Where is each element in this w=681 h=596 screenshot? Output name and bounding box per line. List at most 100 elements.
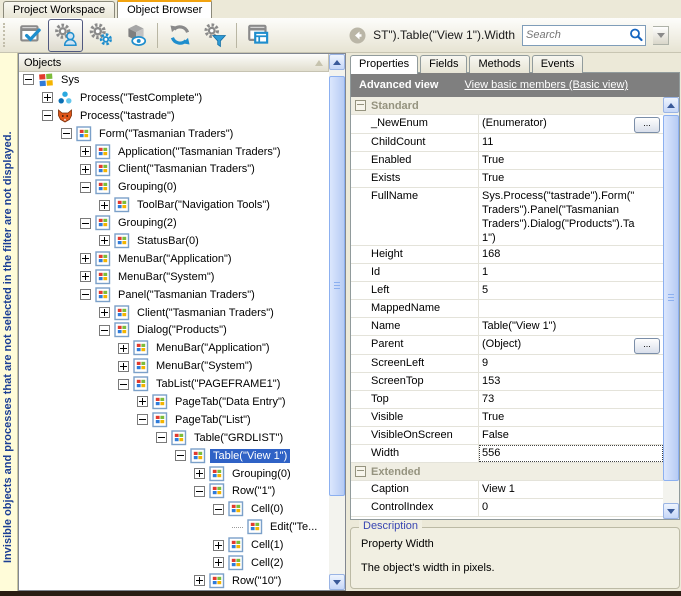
tree-item[interactable]: Process("tastrade") bbox=[19, 107, 329, 125]
property-row[interactable]: ScreenLeft9 bbox=[351, 355, 663, 373]
back-icon[interactable] bbox=[349, 27, 366, 44]
tab-project-workspace[interactable]: Project Workspace bbox=[3, 1, 115, 18]
tree-item[interactable]: Edit("Te... bbox=[19, 518, 329, 536]
ellipsis-button[interactable]: ... bbox=[634, 338, 660, 354]
tree-item[interactable]: MenuBar("Application") bbox=[19, 339, 329, 357]
view-object-button[interactable] bbox=[118, 19, 153, 52]
expand-icon[interactable] bbox=[194, 468, 205, 479]
property-value[interactable]: View 1 bbox=[479, 481, 663, 498]
tree-item[interactable]: Client("Tasmanian Traders") bbox=[19, 304, 329, 322]
expand-icon[interactable] bbox=[80, 271, 91, 282]
tree-scrollbar[interactable] bbox=[329, 54, 345, 590]
tree-item[interactable]: Application("Tasmanian Traders") bbox=[19, 143, 329, 161]
property-row[interactable]: Parent(Object)... bbox=[351, 336, 663, 355]
object-spy-button[interactable] bbox=[48, 19, 83, 52]
expand-icon[interactable] bbox=[99, 307, 110, 318]
property-value[interactable]: 5 bbox=[479, 282, 663, 299]
tree-item[interactable]: Process("TestComplete") bbox=[19, 89, 329, 107]
tree-item[interactable]: Client("Tasmanian Traders") bbox=[19, 160, 329, 178]
collapse-icon[interactable] bbox=[23, 74, 34, 85]
property-value[interactable]: Table("View 1") bbox=[479, 318, 663, 335]
tab-events[interactable]: Events bbox=[532, 55, 584, 73]
collapse-icon[interactable] bbox=[80, 218, 91, 229]
property-value[interactable]: True bbox=[479, 409, 663, 426]
property-row[interactable]: EnabledTrue bbox=[351, 152, 663, 170]
property-row[interactable]: MappedName bbox=[351, 300, 663, 318]
search-icon[interactable] bbox=[628, 27, 644, 43]
expand-icon[interactable] bbox=[118, 343, 129, 354]
expand-icon[interactable] bbox=[80, 253, 91, 264]
toolbar-grip[interactable] bbox=[3, 23, 8, 47]
collapse-icon[interactable] bbox=[80, 289, 91, 300]
tree-item[interactable]: ToolBar("Navigation Tools") bbox=[19, 196, 329, 214]
tree-item[interactable]: TabList("PAGEFRAME1") bbox=[19, 375, 329, 393]
tree-item[interactable]: Form("Tasmanian Traders") bbox=[19, 125, 329, 143]
tree-item[interactable]: Cell(0) bbox=[19, 500, 329, 518]
tree-scroll-thumb[interactable] bbox=[329, 76, 345, 496]
tab-properties[interactable]: Properties bbox=[350, 55, 418, 74]
property-row[interactable]: _NewEnum(Enumerator)... bbox=[351, 115, 663, 134]
tree-item[interactable]: Grouping(0) bbox=[19, 465, 329, 483]
expand-icon[interactable] bbox=[42, 92, 53, 103]
collapse-icon[interactable] bbox=[175, 450, 186, 461]
tree-item[interactable]: MenuBar("System") bbox=[19, 268, 329, 286]
expand-icon[interactable] bbox=[99, 235, 110, 246]
search-input[interactable] bbox=[523, 28, 628, 43]
collapse-icon[interactable] bbox=[355, 100, 366, 111]
tree-item[interactable]: Row("1") bbox=[19, 482, 329, 500]
expand-icon[interactable] bbox=[80, 164, 91, 175]
property-value[interactable]: (Enumerator)... bbox=[479, 115, 663, 133]
expand-icon[interactable] bbox=[99, 200, 110, 211]
property-value[interactable] bbox=[479, 300, 663, 317]
collapse-icon[interactable] bbox=[80, 182, 91, 193]
collapse-icon[interactable] bbox=[355, 466, 366, 477]
tree-item[interactable]: StatusBar(0) bbox=[19, 232, 329, 250]
ellipsis-button[interactable]: ... bbox=[634, 117, 660, 133]
property-row[interactable]: FullNameSys.Process("tastrade").Form(" T… bbox=[351, 188, 663, 246]
property-value[interactable]: True bbox=[479, 170, 663, 187]
search-dropdown-icon[interactable] bbox=[653, 26, 669, 45]
property-value[interactable]: Sys.Process("tastrade").Form(" Traders")… bbox=[479, 188, 663, 245]
tree-item[interactable]: Cell(2) bbox=[19, 554, 329, 572]
tree-item[interactable]: PageTab("List") bbox=[19, 411, 329, 429]
property-row[interactable]: ChildCount11 bbox=[351, 134, 663, 152]
property-value[interactable]: True bbox=[479, 152, 663, 169]
tree-item[interactable]: Grouping(0) bbox=[19, 178, 329, 196]
grid-scroll-thumb[interactable] bbox=[663, 115, 679, 481]
property-row[interactable]: NameTable("View 1") bbox=[351, 318, 663, 336]
basic-view-link[interactable]: View basic members (Basic view) bbox=[464, 79, 628, 91]
tab-object-browser[interactable]: Object Browser bbox=[117, 0, 212, 18]
property-row[interactable]: VisibleOnScreenFalse bbox=[351, 427, 663, 445]
property-row[interactable]: Top73 bbox=[351, 391, 663, 409]
expand-icon[interactable] bbox=[213, 540, 224, 551]
tree-item[interactable]: Dialog("Products") bbox=[19, 321, 329, 339]
check-objects-button[interactable] bbox=[13, 19, 48, 52]
expand-icon[interactable] bbox=[80, 146, 91, 157]
tab-fields[interactable]: Fields bbox=[420, 55, 467, 73]
property-row[interactable]: CaptionView 1 bbox=[351, 481, 663, 499]
tree-item[interactable]: Row("10") bbox=[19, 572, 329, 590]
tree-item[interactable]: MenuBar("Application") bbox=[19, 250, 329, 268]
property-row[interactable]: Left5 bbox=[351, 282, 663, 300]
property-row[interactable]: ControlIndex0 bbox=[351, 499, 663, 517]
property-value[interactable]: False bbox=[479, 427, 663, 444]
scroll-up-icon[interactable] bbox=[329, 54, 345, 70]
tree-item[interactable]: Table("GRDLIST") bbox=[19, 429, 329, 447]
expand-icon[interactable] bbox=[118, 361, 129, 372]
property-row[interactable]: Height168 bbox=[351, 246, 663, 264]
property-row[interactable]: Width556 bbox=[351, 445, 663, 463]
collapse-icon[interactable] bbox=[194, 486, 205, 497]
collapse-icon[interactable] bbox=[61, 128, 72, 139]
property-row[interactable]: ExistsTrue bbox=[351, 170, 663, 188]
expand-icon[interactable] bbox=[194, 575, 205, 586]
property-value[interactable]: 168 bbox=[479, 246, 663, 263]
tree-item[interactable]: Cell(1) bbox=[19, 536, 329, 554]
expand-icon[interactable] bbox=[213, 557, 224, 568]
objects-column-header[interactable]: Objects bbox=[19, 54, 329, 72]
object-properties-button[interactable] bbox=[83, 19, 118, 52]
expand-icon[interactable] bbox=[137, 396, 148, 407]
tree-item[interactable]: Sys bbox=[19, 71, 329, 89]
scroll-down-icon[interactable] bbox=[663, 503, 679, 519]
collapse-icon[interactable] bbox=[213, 504, 224, 515]
collapse-icon[interactable] bbox=[118, 379, 129, 390]
